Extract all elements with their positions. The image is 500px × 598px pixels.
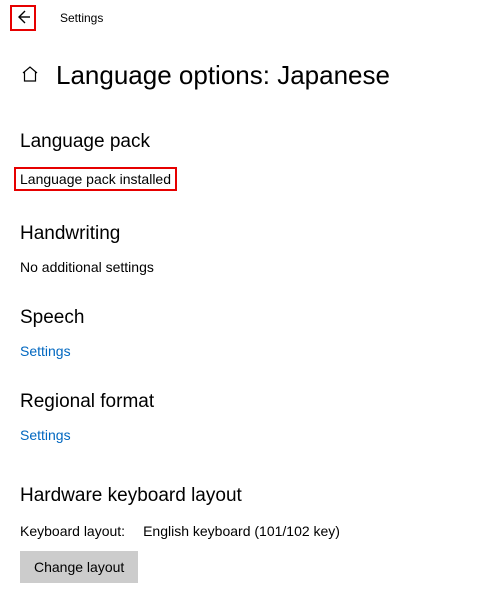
app-title: Settings bbox=[60, 11, 103, 25]
section-heading-hardware-keyboard: Hardware keyboard layout bbox=[20, 485, 480, 507]
speech-settings-link[interactable]: Settings bbox=[20, 343, 480, 359]
keyboard-layout-value: English keyboard (101/102 key) bbox=[143, 523, 340, 539]
section-heading-regional-format: Regional format bbox=[20, 391, 480, 413]
back-button[interactable] bbox=[10, 5, 36, 31]
section-heading-speech: Speech bbox=[20, 307, 480, 329]
home-button[interactable] bbox=[20, 66, 40, 86]
section-heading-handwriting: Handwriting bbox=[20, 223, 480, 245]
back-arrow-icon bbox=[15, 9, 31, 28]
keyboard-layout-label: Keyboard layout: bbox=[20, 523, 125, 539]
regional-format-settings-link[interactable]: Settings bbox=[20, 427, 480, 443]
home-icon bbox=[21, 65, 39, 86]
handwriting-status: No additional settings bbox=[20, 259, 480, 275]
page-title: Language options: Japanese bbox=[56, 60, 390, 91]
language-pack-status: Language pack installed bbox=[14, 167, 177, 191]
section-heading-language-pack: Language pack bbox=[20, 131, 480, 153]
change-layout-button[interactable]: Change layout bbox=[20, 551, 138, 583]
